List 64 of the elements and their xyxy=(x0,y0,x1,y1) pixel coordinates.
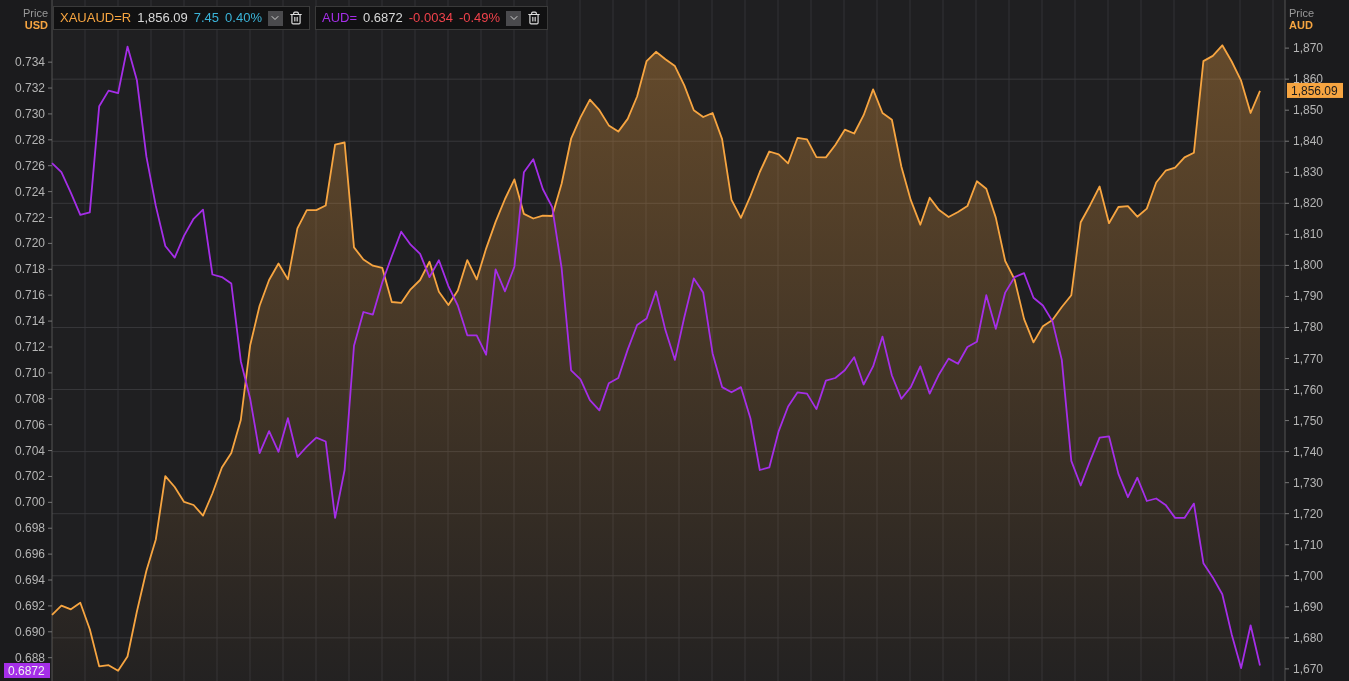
axis-tick-label: 0.696 xyxy=(14,547,45,562)
axis-unit: USD xyxy=(24,19,48,31)
trash-icon xyxy=(288,11,303,25)
axis-unit: AUD xyxy=(1289,19,1313,31)
axis-tick-label: 1,700 xyxy=(1293,568,1324,583)
axis-tick-label: 1,820 xyxy=(1293,196,1324,211)
legend-symbol: XAUAUD=R xyxy=(60,9,132,28)
axis-tick-label: 1,690 xyxy=(1293,599,1324,614)
axis-tick-label: 0.702 xyxy=(14,469,45,484)
axis-tick-label: 0.710 xyxy=(14,365,45,380)
axis-tick-label: 0.728 xyxy=(14,132,45,147)
axis-tick-label: 1,720 xyxy=(1293,506,1324,521)
axis-tick-label: 0.726 xyxy=(14,158,45,173)
dropdown-button[interactable] xyxy=(506,10,522,26)
axis-tick-label: 0.722 xyxy=(14,210,45,225)
axis-tick-label: 0.694 xyxy=(14,573,45,587)
axis-tick-label: 1,800 xyxy=(1293,258,1324,273)
axis-tick-label: 1,810 xyxy=(1293,227,1324,242)
axis-title: Price xyxy=(22,7,48,19)
trash-icon xyxy=(527,11,542,25)
axis-tick-label: 0.688 xyxy=(14,650,45,665)
axis-tick-label: 1,670 xyxy=(1293,661,1324,676)
axis-tick-label: 0.698 xyxy=(14,521,45,536)
price-tag: 0.6872 xyxy=(4,663,50,678)
axis-tick-label: 1,740 xyxy=(1293,444,1324,459)
axis-tick-label: 0.708 xyxy=(14,391,45,406)
axis-tick-label: 0.704 xyxy=(14,443,45,458)
axis-tick-label: 0.716 xyxy=(14,288,45,303)
axis-tick-label: 0.732 xyxy=(14,81,45,96)
axis-tick-label: 0.692 xyxy=(14,598,45,613)
legend-change: -0.0034 xyxy=(408,9,453,28)
axis-tick-label: 1,730 xyxy=(1293,475,1324,490)
axis-tick-label: 1,780 xyxy=(1293,320,1324,335)
axis-title: Price xyxy=(1289,7,1315,19)
delete-button[interactable] xyxy=(527,11,542,25)
axis-tick-label: 1,710 xyxy=(1293,537,1324,552)
legend-percent: -0.49% xyxy=(458,9,501,28)
axis-tick-label: 1,830 xyxy=(1293,165,1324,180)
axis-tick-label: 1,770 xyxy=(1293,351,1324,366)
axis-tick-label: 0.714 xyxy=(14,314,45,329)
axis-tick-label: 0.720 xyxy=(14,236,45,251)
legend-change: 7.45 xyxy=(193,9,220,28)
axis-tick-label: 0.734 xyxy=(14,55,45,70)
legend-symbol: AUD= xyxy=(321,9,357,28)
axis-tick-label: 0.724 xyxy=(14,184,45,199)
axis-tick-label: 1,790 xyxy=(1293,289,1324,304)
legend-last-price: 0.6872 xyxy=(363,9,403,28)
legend-last-price: 1,856.09 xyxy=(137,9,188,28)
dropdown-button[interactable] xyxy=(267,10,283,26)
axis-tick-label: 0.718 xyxy=(14,262,45,277)
axis-tick-label: 0.690 xyxy=(14,624,45,639)
axis-tick-label: 1,680 xyxy=(1293,630,1324,645)
axis-tick-label: 1,840 xyxy=(1293,134,1324,149)
delete-button[interactable] xyxy=(288,11,303,25)
legend-percent: 0.40% xyxy=(225,9,262,28)
axis-tick-label: 0.712 xyxy=(14,339,45,354)
axis-tick-label: 1,850 xyxy=(1293,103,1324,118)
price-tag: 1,856.09 xyxy=(1287,82,1343,98)
axis-tick-label: 0.730 xyxy=(14,106,45,121)
axis-tick-label: 0.706 xyxy=(14,417,45,432)
axis-tick-label: 1,870 xyxy=(1293,41,1324,56)
axis-tick-label: 1,760 xyxy=(1293,382,1324,397)
axis-tick-label: 0.700 xyxy=(14,495,45,510)
axis-tick-label: 1,750 xyxy=(1293,413,1324,428)
